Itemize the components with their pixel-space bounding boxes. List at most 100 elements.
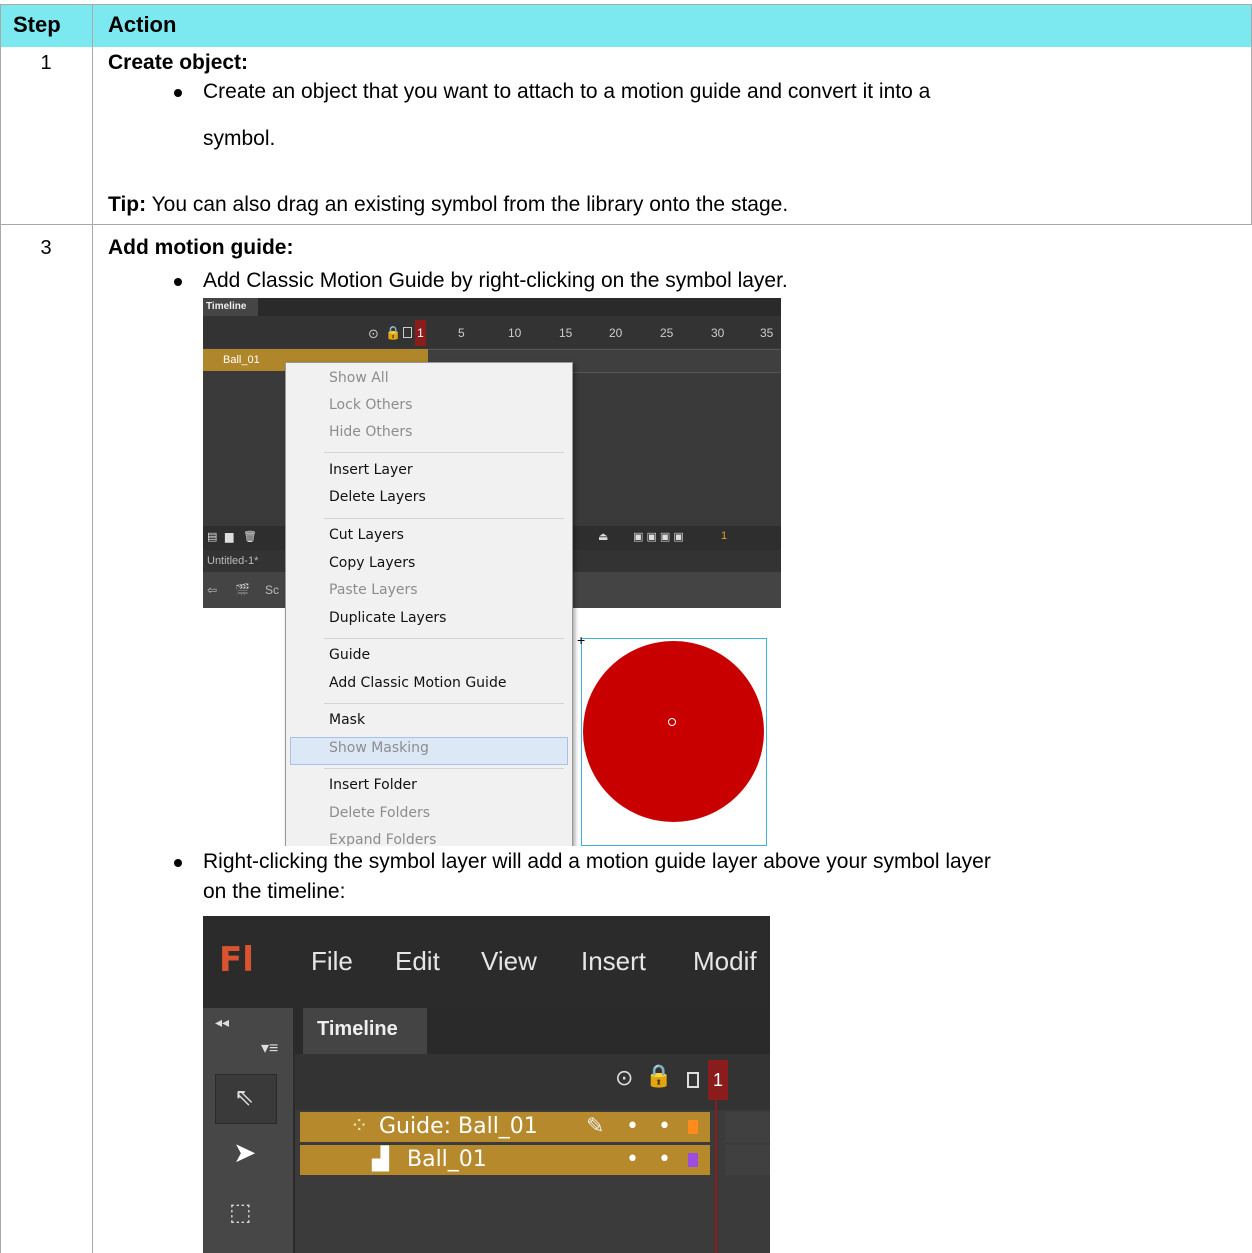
step-1-bullet-line2: symbol. [203,127,276,150]
tip-label: Tip: [108,193,147,216]
current-frame: 1 [721,530,728,542]
ruler-number: 25 [660,326,674,340]
eye-icon[interactable]: ⊙ [615,1065,633,1091]
menu-item-cut-layers[interactable]: Cut Layers [329,527,404,543]
playhead-line [715,1100,717,1253]
menu-insert[interactable]: Insert [581,946,646,977]
bullet-icon [174,859,182,867]
eye-icon[interactable]: ⊙ [368,326,379,342]
menu-item-hide-others[interactable]: Hide Others [329,424,412,440]
ruler-number: 20 [609,326,623,340]
red-ball-symbol[interactable] [583,641,764,822]
step-number-3: 3 [40,237,52,259]
menu-item-show-all[interactable]: Show All [329,370,389,386]
collapse-icon[interactable]: ◂◂ [215,1014,229,1031]
flash-logo: Fl [219,940,254,980]
ruler-number: 5 [458,326,465,340]
onion-skin-icons[interactable]: ▣ ▣ ▣ ▣ [633,530,684,543]
menu-item-guide[interactable]: Guide [329,647,370,663]
panel-menu-icon[interactable]: ▾≡ [261,1038,278,1058]
new-layer-icon[interactable]: ▤ [207,530,217,543]
menu-item-copy-layers[interactable]: Copy Layers [329,555,415,571]
step-3-bullet1: Add Classic Motion Guide by right-clicki… [203,269,788,292]
ruler-number: 10 [508,326,522,340]
layer-icon: ▟ [372,1147,389,1172]
layer-name: Ball_01 [223,354,260,366]
menu-separator [324,768,564,769]
table-column-divider [92,4,93,1253]
ruler-number: 30 [711,326,725,340]
menu-item-insert-layer[interactable]: Insert Layer [329,462,413,478]
step-3-title: Add motion guide: [108,236,294,259]
playhead[interactable]: 1 [415,320,426,346]
menu-item-add-classic-motion-guide[interactable]: Add Classic Motion Guide [329,675,506,691]
menu-separator [324,638,564,639]
motion-guide-icon: ⁘ [350,1114,369,1139]
lock-icon[interactable]: 🔒 [645,1063,672,1089]
menu-item-delete-layers[interactable]: Delete Layers [329,489,426,505]
pencil-icon: ✎ [586,1114,605,1139]
timeline-tab[interactable]: Timeline [203,298,258,316]
crosshair-icon: + [577,632,586,648]
timeline-context-menu-screenshot: Timeline ⊙ 🔒 1 5 10 15 20 25 30 35 Ball_… [203,298,781,846]
menu-edit[interactable]: Edit [395,946,440,977]
tip-text: You can also drag an existing symbol fro… [146,193,789,216]
registration-point-icon [668,718,676,726]
guide-layer-name: Guide: Ball_01 [379,1114,538,1139]
timeline-tab[interactable]: Timeline [303,1008,427,1054]
outline-icon[interactable] [403,327,412,338]
menu-item-insert-folder[interactable]: Insert Folder [329,777,417,793]
menu-item-expand-folders[interactable]: Expand Folders [329,832,436,846]
header-action: Action [108,12,177,37]
scene-icon: 🎬 [235,583,250,597]
menu-separator [324,452,564,453]
step-1-tip: Tip: You can also drag an existing symbo… [108,190,788,220]
menu-item-duplicate-layers[interactable]: Duplicate Layers [329,610,446,626]
table-border-left [0,4,1,1253]
outline-icon[interactable] [687,1072,699,1088]
step-number-1: 1 [40,52,52,74]
row-divider [0,224,1252,225]
trash-icon[interactable]: 🗑 [243,530,257,543]
visibility-dot[interactable]: • [626,1112,639,1142]
ball-layer-name: Ball_01 [407,1147,487,1172]
layer-color-swatch[interactable] [688,1153,698,1167]
back-arrow-icon[interactable]: ⇦ [207,572,217,608]
menu-item-paste-layers[interactable]: Paste Layers [329,582,418,598]
layer-context-menu: Show All Lock Others Hide Others Insert … [285,362,573,846]
menu-file[interactable]: File [311,946,353,977]
subselection-arrow-icon[interactable]: ➤ [233,1136,256,1169]
step-3-bullet2-line2: on the timeline: [203,880,346,903]
visibility-dot[interactable]: • [626,1145,639,1175]
header-step: Step [13,12,61,37]
frame-track[interactable] [725,1112,770,1142]
menu-item-show-masking[interactable]: Show Masking [329,740,429,756]
frame-track[interactable] [725,1145,770,1175]
layer-color-swatch[interactable] [688,1120,698,1134]
menu-view[interactable]: View [481,946,537,977]
new-folder-icon[interactable]: ▆ [225,530,233,543]
menu-modify[interactable]: Modif [693,946,757,977]
lock-icon[interactable]: 🔒 [385,325,401,341]
menu-item-mask[interactable]: Mask [329,712,365,728]
menu-item-delete-folders[interactable]: Delete Folders [329,805,430,821]
timeline-tabbar [203,298,781,316]
free-transform-icon[interactable]: ⬚ [229,1198,252,1227]
ball-layer-row[interactable]: ▟ Ball_01 • • [300,1145,710,1175]
center-frame-icon[interactable]: ⏏ [598,530,608,543]
menu-separator [324,518,564,519]
guide-layer-row[interactable]: ⁘ Guide: Ball_01 ✎ • • [300,1112,710,1142]
lock-dot[interactable]: • [658,1145,671,1175]
table-header: Step Action [0,4,1252,47]
playhead[interactable]: 1 [708,1060,728,1100]
steps-table: Step Action 1 Create object: Create an o… [0,0,1252,1253]
bullet-icon [174,278,182,286]
lock-dot[interactable]: • [658,1112,671,1142]
ruler-number: 35 [760,326,774,340]
timeline-guide-layer-screenshot: Fl File Edit View Insert Modif ◂◂ ▾≡ ⇖ ➤… [203,916,770,1253]
menu-item-lock-others[interactable]: Lock Others [329,397,412,413]
selection-tool[interactable]: ⇖ [215,1074,277,1124]
step-1-title: Create object: [108,51,249,74]
scene-label: Sc [265,583,280,597]
ruler-number: 15 [559,326,573,340]
